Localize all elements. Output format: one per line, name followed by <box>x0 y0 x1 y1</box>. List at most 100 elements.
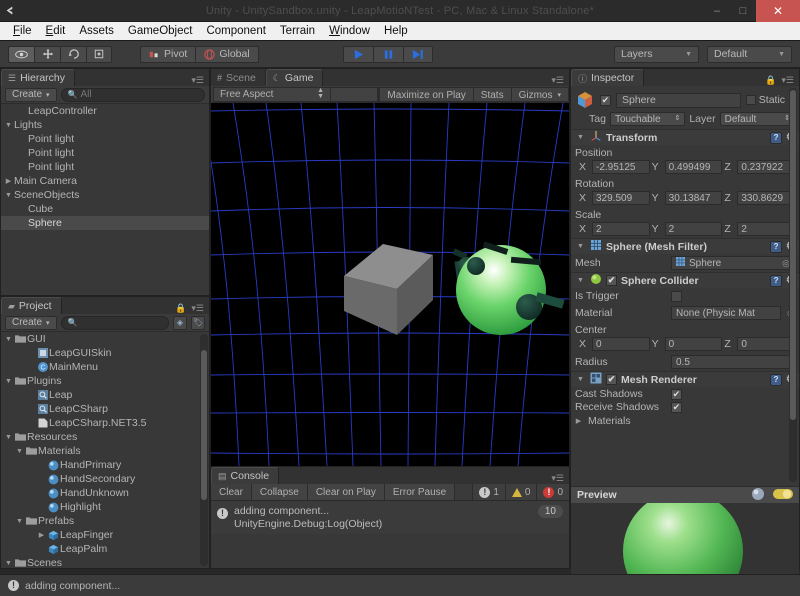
lighting-sphere-icon[interactable] <box>751 487 765 504</box>
hierarchy-item-point-light[interactable]: Point light <box>1 146 209 160</box>
rotate-tool-icon[interactable] <box>60 45 86 63</box>
project-item-leapcsharp-net3-5[interactable]: LeapCSharp.NET3.5 <box>1 416 209 430</box>
foldout-arrow-icon[interactable]: ▼ <box>3 192 14 199</box>
project-item-handunknown[interactable]: HandUnknown <box>1 486 209 500</box>
foldout-arrow-icon[interactable]: ▼ <box>14 448 25 455</box>
mesh-renderer-enabled-checkbox[interactable]: ✔ <box>606 374 617 385</box>
tab-inspector[interactable]: ⓘ Inspector <box>571 69 645 86</box>
menu-help[interactable]: Help <box>377 22 415 41</box>
project-scrollbar[interactable] <box>200 334 208 566</box>
project-item-leapfinger[interactable]: ▶ LeapFinger <box>1 528 209 542</box>
pivot-toggle[interactable]: Pivot <box>140 45 196 63</box>
layers-dropdown[interactable]: Layers ▼ <box>614 45 699 63</box>
foldout-arrow-icon[interactable]: ▶ <box>573 417 584 425</box>
gizmos-button[interactable]: Gizmos ▾ <box>510 87 568 103</box>
project-item-leap[interactable]: Leap <box>1 388 209 402</box>
tag-dropdown[interactable]: Touchable ⇕ <box>609 112 686 126</box>
materials-foldout-row[interactable]: ▶ Materials <box>571 413 799 429</box>
project-item-handsecondary[interactable]: HandSecondary <box>1 472 209 486</box>
menu-edit[interactable]: Edit <box>39 22 73 41</box>
gameview-tab-menu[interactable]: ▾☰ <box>551 75 569 86</box>
component-header-mesh-renderer[interactable]: ▼ ✔ Mesh Renderer ? ⚙ <box>571 371 799 387</box>
help-icon[interactable]: ? <box>770 240 783 253</box>
close-button[interactable]: ✕ <box>756 0 800 22</box>
global-toggle[interactable]: Global <box>195 45 259 63</box>
scale-tool-icon[interactable] <box>86 45 112 63</box>
foldout-arrow-icon[interactable]: ▶ <box>3 177 14 185</box>
hierarchy-item-main-camera[interactable]: ▶ Main Camera <box>1 174 209 188</box>
project-item-plugins[interactable]: ▼ Plugins <box>1 374 209 388</box>
hierarchy-item-leapcontroller[interactable]: LeapController <box>1 104 209 118</box>
position-x-field[interactable]: -2.95125 <box>592 160 650 174</box>
help-icon[interactable]: ? <box>770 131 783 144</box>
foldout-arrow-icon[interactable]: ▶ <box>36 531 47 539</box>
project-item-leappalm[interactable]: LeapPalm <box>1 542 209 556</box>
filter-type-icon[interactable]: ◈ <box>173 315 187 330</box>
receive-shadows-checkbox[interactable]: ✔ <box>671 401 682 413</box>
hierarchy-tree[interactable]: LeapController ▼ Lights Point light Point li… <box>1 104 209 295</box>
menu-terrain[interactable]: Terrain <box>273 22 322 41</box>
preview-header[interactable]: Preview <box>571 486 799 503</box>
mesh-object-field[interactable]: Sphere ◎ <box>671 256 795 270</box>
game-render-canvas[interactable] <box>211 103 569 466</box>
menu-gameobject[interactable]: GameObject <box>121 22 200 41</box>
light-toggle-icon[interactable] <box>773 487 793 504</box>
status-bar[interactable]: ! adding component... <box>0 574 800 596</box>
project-scroll-thumb[interactable] <box>201 350 207 500</box>
menu-component[interactable]: Component <box>199 22 272 41</box>
console-clear-button[interactable]: Clear <box>211 484 252 500</box>
hierarchy-search-input[interactable]: 🔍 All <box>60 87 205 102</box>
tab-hierarchy[interactable]: ☰ Hierarchy <box>1 69 76 86</box>
foldout-arrow-icon[interactable]: ▼ <box>575 277 586 284</box>
foldout-arrow-icon[interactable]: ▼ <box>575 134 586 141</box>
scale-x-field[interactable]: 2 <box>592 222 650 236</box>
menu-window[interactable]: Window <box>322 22 377 41</box>
project-item-resources[interactable]: ▼ Resources <box>1 430 209 444</box>
project-item-leapguiskin[interactable]: LeapGUISkin <box>1 346 209 360</box>
radius-field[interactable]: 0.5 <box>671 355 795 369</box>
physic-material-field[interactable]: None (Physic Mat <box>671 306 782 320</box>
hierarchy-item-sceneobjects[interactable]: ▼ SceneObjects <box>1 188 209 202</box>
cast-shadows-checkbox[interactable]: ✔ <box>671 388 682 400</box>
tab-game[interactable]: ☾ Game <box>265 69 324 86</box>
project-item-materials[interactable]: ▼ Materials <box>1 444 209 458</box>
project-tree[interactable]: ▼ GUI LeapGUISkin C MainMenu ▼ Plugins Leap Leap… <box>1 332 209 568</box>
move-tool-icon[interactable] <box>34 45 60 63</box>
aspect-dropdown[interactable]: Free Aspect ▲ ▼ <box>213 86 331 102</box>
pause-button[interactable] <box>372 45 403 63</box>
hierarchy-item-sphere[interactable]: Sphere <box>1 216 209 230</box>
stats-button[interactable]: Stats <box>472 87 511 103</box>
inspector-tab-menu[interactable]: 🔒 ▾☰ <box>765 75 799 86</box>
project-item-prefabs[interactable]: ▼ Prefabs <box>1 514 209 528</box>
foldout-arrow-icon[interactable]: ▼ <box>575 376 586 383</box>
console-clear-on-play-button[interactable]: Clear on Play <box>307 484 385 500</box>
rotation-y-field[interactable]: 30.13847 <box>664 191 723 205</box>
step-button[interactable] <box>402 45 433 63</box>
menu-file[interactable]: File <box>6 22 39 41</box>
console-info-count[interactable]: ! 1 <box>472 484 505 500</box>
foldout-arrow-icon[interactable]: ▼ <box>575 243 586 250</box>
static-checkbox[interactable] <box>745 95 756 105</box>
project-item-mainmenu[interactable]: C MainMenu <box>1 360 209 374</box>
scale-z-field[interactable]: 2 <box>737 222 796 236</box>
lock-icon[interactable]: 🔒 <box>765 75 776 86</box>
project-item-gui[interactable]: ▼ GUI <box>1 332 209 346</box>
scale-y-field[interactable]: 2 <box>664 222 723 236</box>
menu-assets[interactable]: Assets <box>72 22 121 41</box>
foldout-arrow-icon[interactable]: ▼ <box>3 336 14 343</box>
help-icon[interactable]: ? <box>770 373 783 386</box>
project-item-highlight[interactable]: Highlight <box>1 500 209 514</box>
component-header-mesh-filter[interactable]: ▼ Sphere (Mesh Filter) ? ⚙ <box>571 238 799 254</box>
layer-dropdown[interactable]: Default ⇕ <box>719 112 795 126</box>
tab-scene[interactable]: # Scene <box>211 69 266 86</box>
hand-tool-icon[interactable] <box>8 45 34 63</box>
sphere-collider-enabled-checkbox[interactable]: ✔ <box>606 275 617 286</box>
project-item-handprimary[interactable]: HandPrimary <box>1 458 209 472</box>
filter-label-icon[interactable]: 🏷 <box>191 315 205 330</box>
lock-icon[interactable]: 🔒 <box>175 303 186 314</box>
inspector-scroll-thumb[interactable] <box>790 90 796 420</box>
console-entry-row[interactable]: ! adding component... UnityEngine.Debug:… <box>211 501 569 534</box>
component-header-transform[interactable]: ▼ Transform ? ⚙ <box>571 129 799 145</box>
console-error-count[interactable]: ! 0 <box>536 484 569 500</box>
object-enabled-checkbox[interactable]: ✔ <box>600 94 611 106</box>
